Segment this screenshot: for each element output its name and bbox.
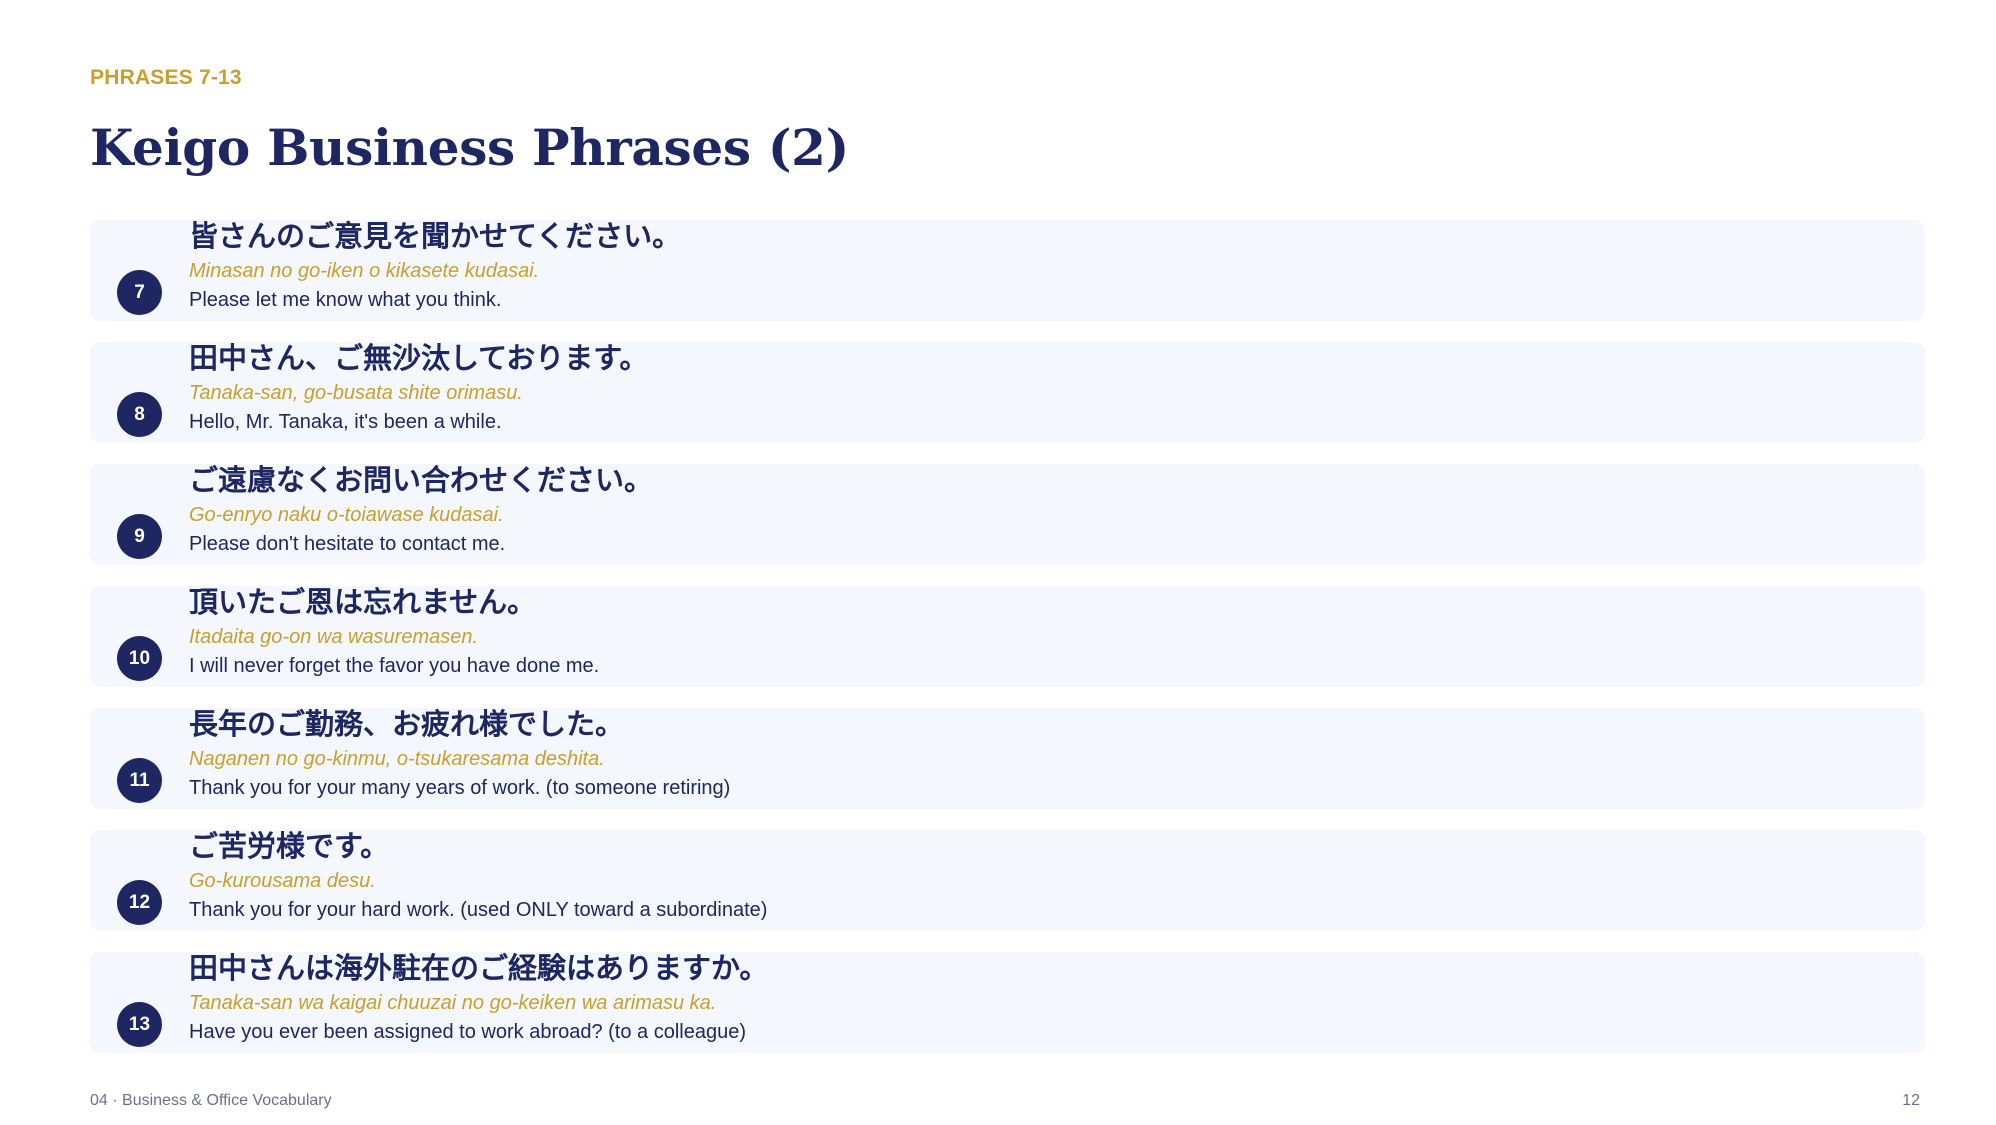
phrase-card-10: 10 頂いたご恩は忘れません。 Itadaita go-on wa wasure… (90, 585, 1925, 687)
phrase-card-11: 11 長年のご勤務、お疲れ様でした。 Naganen no go-kinmu, … (90, 707, 1925, 809)
phrase-english: Thank you for your many years of work. (… (189, 777, 731, 799)
section-kicker: PHRASES 7-13 (90, 66, 242, 89)
phrase-list: 7 皆さんのご意見を聞かせてください。 Minasan no go-iken o… (90, 219, 1925, 1074)
phrase-romaji: Itadaita go-on wa wasuremasen. (189, 626, 479, 648)
phrase-romaji: Naganen no go-kinmu, o-tsukaresama deshi… (189, 748, 605, 770)
phrase-number-badge: 13 (117, 1002, 162, 1047)
phrase-number-badge: 11 (117, 758, 162, 803)
phrase-japanese: ご苦労様です。 (189, 829, 390, 863)
phrase-card-7: 7 皆さんのご意見を聞かせてください。 Minasan no go-iken o… (90, 219, 1925, 321)
phrase-english: Please don't hesitate to contact me. (189, 533, 506, 555)
phrase-romaji: Minasan no go-iken o kikasete kudasai. (189, 260, 540, 282)
phrase-number-badge: 9 (117, 514, 162, 559)
phrase-english: Thank you for your hard work. (used ONLY… (189, 899, 768, 921)
phrase-card-12: 12 ご苦労様です。 Go-kurousama desu. Thank you … (90, 829, 1925, 931)
phrase-english: Have you ever been assigned to work abro… (189, 1021, 747, 1043)
phrase-number-badge: 10 (117, 636, 162, 681)
phrase-japanese: 田中さんは海外駐在のご経験はありますか。 (189, 951, 769, 985)
phrase-number-badge: 7 (117, 270, 162, 315)
phrase-romaji: Tanaka-san wa kaigai chuuzai no go-keike… (189, 992, 717, 1014)
footer-section-label: 04 · Business & Office Vocabulary (90, 1092, 332, 1109)
phrase-card-8: 8 田中さん、ご無沙汰しております。 Tanaka-san, go-busata… (90, 341, 1925, 443)
phrase-english: Please let me know what you think. (189, 289, 502, 311)
phrase-number-badge: 12 (117, 880, 162, 925)
phrase-japanese: 田中さん、ご無沙汰しております。 (189, 341, 649, 375)
phrase-card-9: 9 ご遠慮なくお問い合わせください。 Go-enryo naku o-toiaw… (90, 463, 1925, 565)
phrase-japanese: 長年のご勤務、お疲れ様でした。 (189, 707, 625, 741)
page-title: Keigo Business Phrases (2) (90, 118, 850, 177)
phrase-romaji: Tanaka-san, go-busata shite orimasu. (189, 382, 523, 404)
phrase-japanese: ご遠慮なくお問い合わせください。 (189, 463, 654, 497)
phrase-number-badge: 8 (117, 392, 162, 437)
footer-page-number: 12 (1902, 1092, 1920, 1109)
phrase-card-13: 13 田中さんは海外駐在のご経験はありますか。 Tanaka-san wa ka… (90, 951, 1925, 1053)
phrase-english: Hello, Mr. Tanaka, it's been a while. (189, 411, 502, 433)
phrase-romaji: Go-enryo naku o-toiawase kudasai. (189, 504, 504, 526)
phrase-romaji: Go-kurousama desu. (189, 870, 376, 892)
phrase-japanese: 皆さんのご意見を聞かせてください。 (189, 219, 682, 253)
phrase-english: I will never forget the favor you have d… (189, 655, 600, 677)
phrase-japanese: 頂いたご恩は忘れません。 (189, 585, 537, 619)
